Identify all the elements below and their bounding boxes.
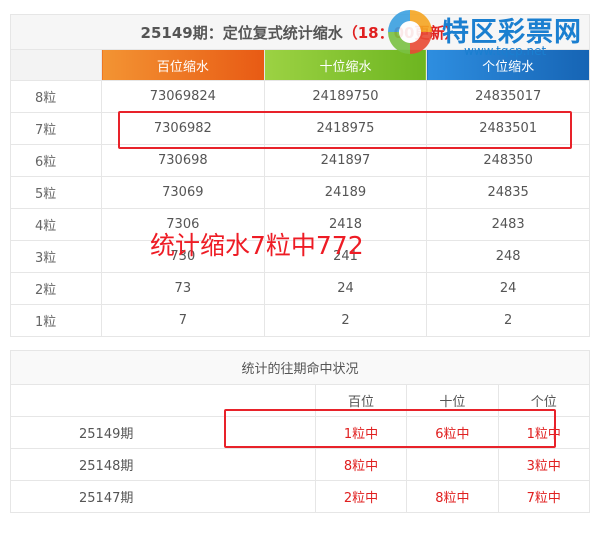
site-logo: 特区彩票网 www.tqcp.net [388,6,588,62]
history-hit-tens: 8粒中 [406,480,499,513]
header-blank [10,49,102,81]
row-label: 2粒 [10,272,102,305]
row-label: 3粒 [10,240,102,273]
history-hit-hundreds: 2粒中 [314,480,408,513]
history-caption: 统计的往期命中状况 [10,350,590,385]
table-row: 8粒 73069824 24189750 24835017 [10,80,590,113]
table-row: 6粒 730698 241897 248350 [10,144,590,177]
history-period: 25147期 [10,480,316,513]
table-row: 2粒 73 24 24 [10,272,590,305]
history-hit-hundreds: 8粒中 [314,448,408,481]
row-label: 7粒 [10,112,102,145]
cell-hundreds: 73069 [101,176,265,209]
highlight-box-25149 [224,409,556,448]
cell-units: 248350 [426,144,590,177]
cell-hundreds: 73 [101,272,265,305]
row-label: 8粒 [10,80,102,113]
cell-hundreds: 73069824 [101,80,265,113]
history-period: 25148期 [10,448,316,481]
cell-units: 2 [426,304,590,337]
cell-tens: 24 [263,272,428,305]
cell-units: 24835017 [426,80,590,113]
cell-units: 248 [426,240,590,273]
cell-units: 2483 [426,208,590,241]
history-hit-units: 7粒中 [497,480,590,513]
history-hit-units: 3粒中 [497,448,590,481]
row-label: 4粒 [10,208,102,241]
cell-hundreds: 730698 [101,144,265,177]
logo-url: www.tqcp.net [464,44,547,58]
header-hundreds: 百位缩水 [101,49,265,81]
history-row: 25148期 8粒中 3粒中 [10,448,590,481]
overlay-annotation: 统计缩水7粒中772 [150,231,364,260]
cell-tens: 24189750 [263,80,428,113]
cell-tens: 241897 [263,144,428,177]
shrink-table: 25149期：定位复式统计缩水（18：00更新） 百位缩水 十位缩水 个位缩水 … [10,14,590,337]
table-row: 1粒 7 2 2 [10,304,590,337]
cell-units: 24 [426,272,590,305]
cell-units: 24835 [426,176,590,209]
table-row: 5粒 73069 24189 24835 [10,176,590,209]
history-row: 25147期 2粒中 8粒中 7粒中 [10,480,590,513]
row-label: 6粒 [10,144,102,177]
logo-emblem-icon [388,10,432,54]
cell-tens: 24189 [263,176,428,209]
cell-hundreds: 7 [101,304,265,337]
cell-tens: 2 [263,304,428,337]
history-hit-tens [406,448,499,481]
highlight-box-7-row [118,111,572,149]
row-label: 5粒 [10,176,102,209]
row-label: 1粒 [10,304,102,337]
title-main: 25149期：定位复式统计缩水 [140,23,343,42]
